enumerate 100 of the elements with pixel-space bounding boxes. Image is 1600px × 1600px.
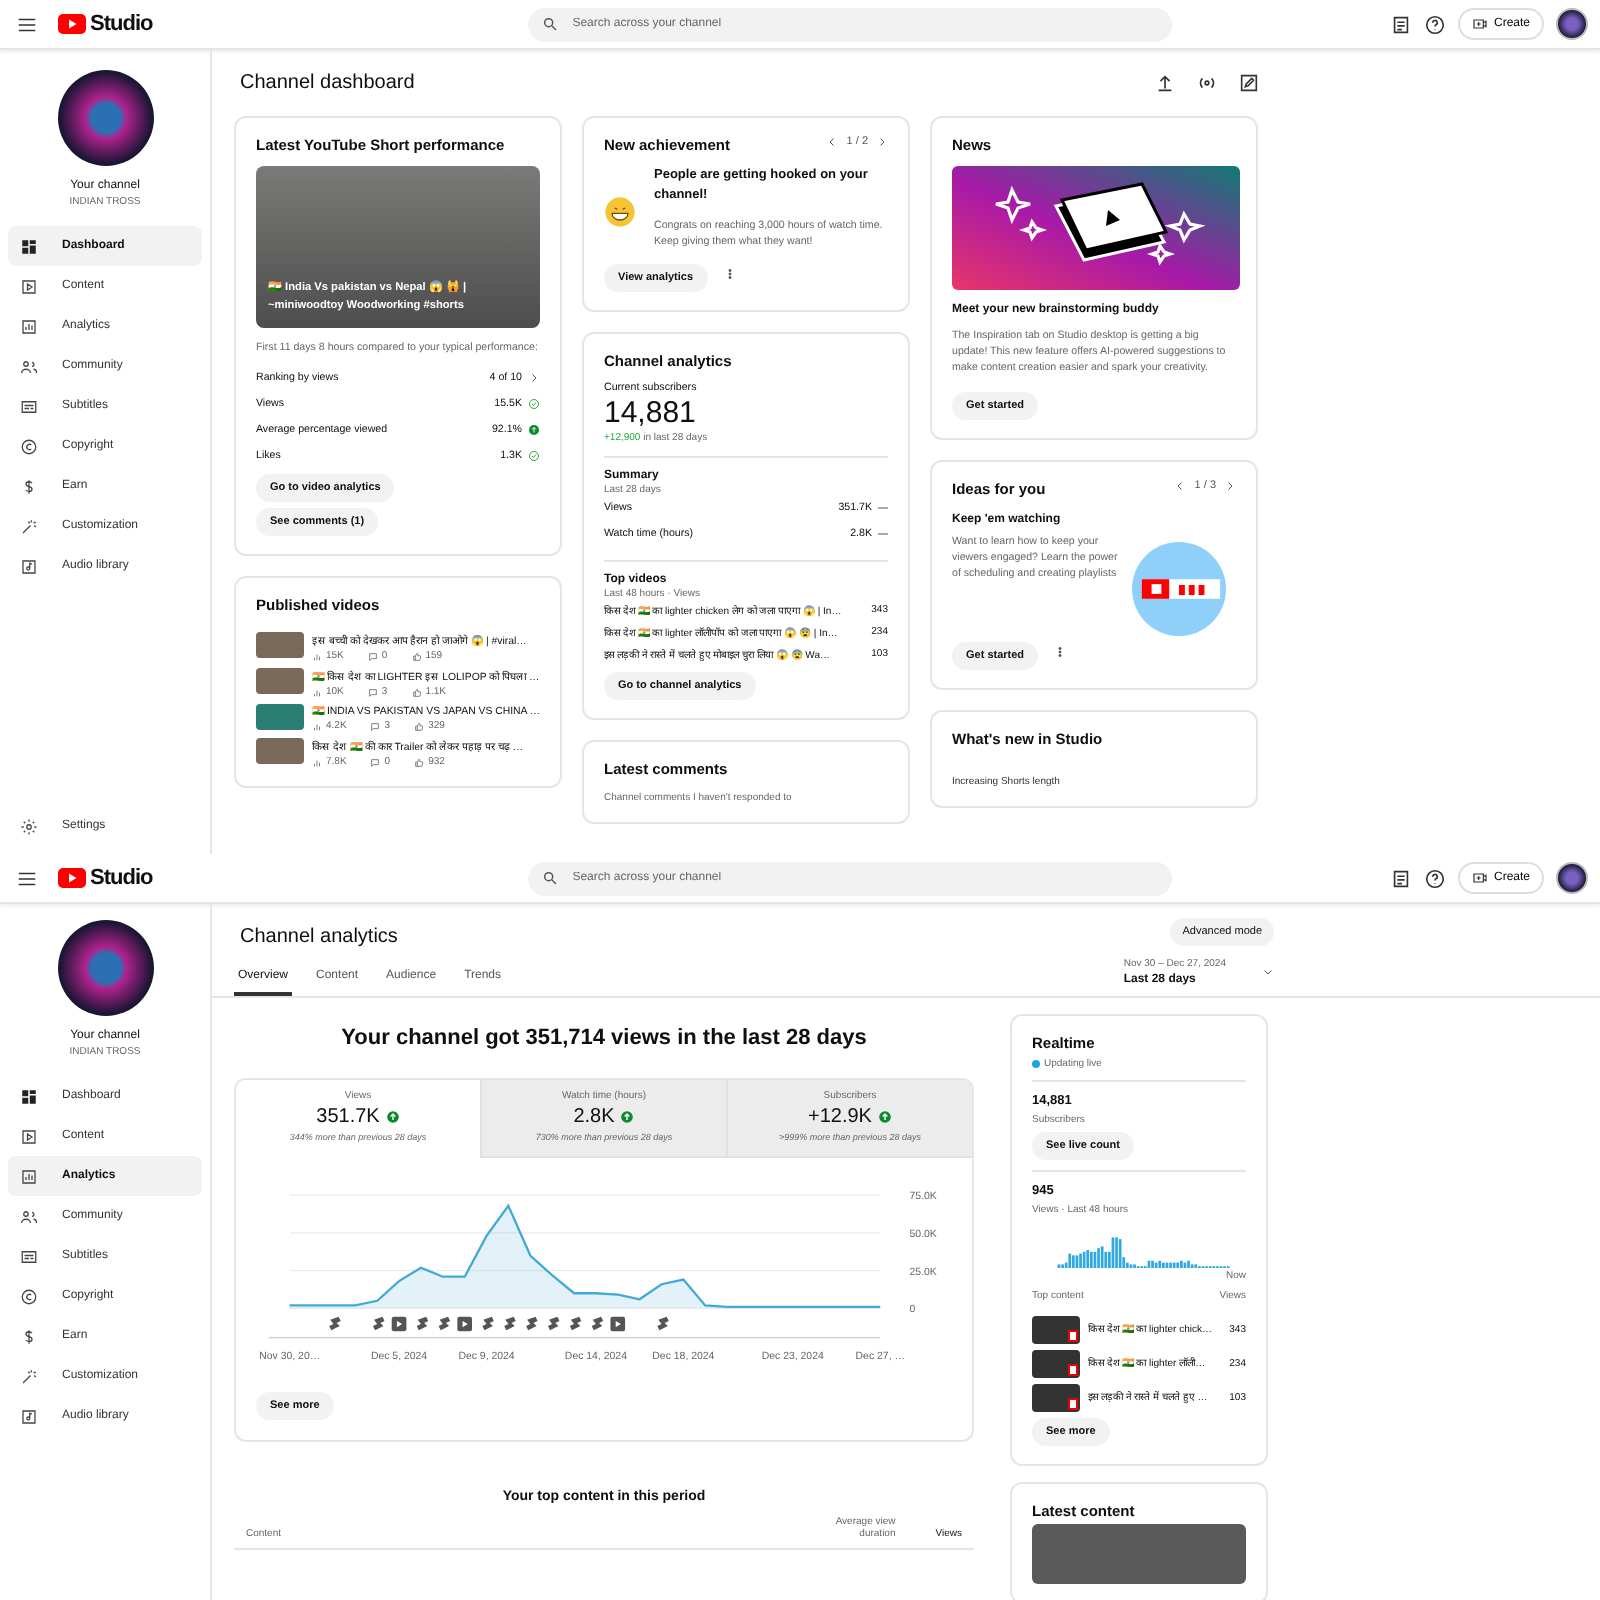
- dash-icon: [878, 506, 888, 511]
- account-avatar[interactable]: [1556, 8, 1588, 40]
- bar-chart-icon: [20, 1167, 38, 1185]
- menu-icon[interactable]: [16, 13, 38, 35]
- bar-chart-icon: [20, 317, 38, 335]
- up-arrow-circle-icon: [528, 423, 540, 436]
- thumbs-up-icon: [414, 757, 425, 768]
- grinning-face-icon: [604, 195, 636, 228]
- dashboard-icon: [20, 1087, 38, 1105]
- chevron-left-icon[interactable]: [826, 136, 839, 148]
- account-avatar[interactable]: [1556, 862, 1588, 894]
- video-thumbnail[interactable]: [256, 668, 304, 695]
- video-icon: [20, 1127, 38, 1145]
- playlist-illustration-drawing: [1132, 541, 1226, 636]
- music-note-icon: [20, 557, 38, 575]
- short-marker-icon[interactable]: [482, 1316, 494, 1331]
- subtitles-icon: [20, 397, 38, 415]
- broadcast-icon[interactable]: [1196, 72, 1218, 94]
- bar-chart-icon: [312, 721, 322, 732]
- dashboard-icon: [20, 237, 38, 255]
- comment-icon: [367, 687, 378, 698]
- comment-icon: [367, 651, 378, 662]
- chevron-left-icon[interactable]: [1174, 479, 1187, 492]
- thumbs-up-icon: [414, 721, 425, 732]
- metric-value: 2.8K: [573, 1106, 615, 1128]
- feedback-icon[interactable]: [1389, 867, 1412, 889]
- video-thumbnail[interactable]: [256, 738, 304, 765]
- more-vertical-icon[interactable]: [1054, 646, 1067, 659]
- video-thumbnail[interactable]: [1032, 1315, 1080, 1343]
- dollar-icon: [20, 1327, 38, 1345]
- video-camera-plus-icon: [1471, 16, 1488, 32]
- upload-icon[interactable]: [1154, 72, 1176, 94]
- live-dot-icon: [1032, 1060, 1040, 1068]
- play-logo-icon: [58, 14, 86, 34]
- gear-icon: [20, 817, 38, 835]
- dash-icon: [878, 532, 888, 537]
- comment-icon: [370, 721, 381, 732]
- menu-icon[interactable]: [16, 867, 38, 889]
- views-headline: Your channel got 351,714 views in the last 28 days: [341, 1026, 867, 1050]
- short-marker-icon[interactable]: [526, 1316, 538, 1331]
- people-icon: [20, 357, 38, 375]
- short-marker-icon[interactable]: [329, 1316, 341, 1331]
- channel-avatar[interactable]: [57, 920, 153, 1016]
- thumbs-up-icon: [411, 651, 422, 662]
- copyright-icon: [20, 437, 38, 455]
- short-marker-icon[interactable]: [438, 1316, 451, 1331]
- subtitles-icon: [20, 1247, 38, 1265]
- chevron-down-icon: [1262, 966, 1274, 978]
- metric-value: 351.7K: [316, 1106, 380, 1128]
- thumbs-up-icon: [411, 687, 422, 698]
- edit-icon[interactable]: [1238, 72, 1260, 94]
- video-thumbnail[interactable]: [1032, 1349, 1080, 1377]
- video-marker-icon[interactable]: [457, 1316, 472, 1332]
- page-title: Channel analytics: [240, 926, 400, 948]
- comment-icon: [370, 757, 381, 768]
- video-thumbnail[interactable]: [256, 704, 304, 731]
- short-marker-icon[interactable]: [569, 1316, 582, 1331]
- video-marker-icon[interactable]: [610, 1316, 626, 1332]
- video-thumbnail[interactable]: [1032, 1523, 1246, 1583]
- bar-chart-icon: [312, 687, 322, 698]
- channel-avatar[interactable]: [57, 70, 153, 166]
- chevron-right-icon[interactable]: [876, 136, 888, 148]
- people-icon: [20, 1207, 38, 1225]
- magic-wand-icon: [20, 517, 38, 535]
- up-arrow-circle-icon: [385, 1110, 400, 1124]
- up-arrow-circle-icon: [877, 1110, 892, 1124]
- bar-chart-icon: [312, 651, 322, 662]
- short-marker-icon[interactable]: [504, 1316, 516, 1331]
- play-logo-icon: [58, 868, 86, 888]
- video-thumbnail[interactable]: [256, 632, 304, 659]
- short-marker-icon[interactable]: [373, 1316, 385, 1331]
- page-title: Channel dashboard: [240, 72, 415, 94]
- short-marker-icon[interactable]: [657, 1316, 669, 1331]
- metric-value: +12.9K: [808, 1106, 872, 1128]
- chevron-right-icon[interactable]: [528, 371, 540, 384]
- video-thumbnail[interactable]: [1032, 1383, 1080, 1411]
- short-marker-icon[interactable]: [591, 1316, 604, 1331]
- dollar-icon: [20, 477, 38, 495]
- help-icon[interactable]: [1423, 13, 1446, 35]
- feedback-icon[interactable]: [1389, 13, 1412, 35]
- search-icon: [542, 16, 559, 32]
- magic-wand-icon: [20, 1367, 38, 1385]
- video-icon: [20, 277, 38, 295]
- check-circle-icon: [528, 397, 540, 410]
- search-icon: [542, 870, 559, 886]
- music-note-icon: [20, 1407, 38, 1425]
- short-marker-icon[interactable]: [547, 1316, 560, 1331]
- subscribers-count: 14,881: [604, 395, 696, 430]
- copyright-icon: [20, 1287, 38, 1305]
- logo-text: Studio: [90, 866, 153, 890]
- logo-text: Studio: [90, 12, 153, 36]
- more-vertical-icon[interactable]: [723, 268, 736, 281]
- short-marker-icon[interactable]: [416, 1316, 429, 1331]
- help-icon[interactable]: [1423, 867, 1446, 889]
- chevron-right-icon[interactable]: [1224, 479, 1236, 492]
- video-marker-icon[interactable]: [391, 1316, 407, 1332]
- up-arrow-circle-icon: [620, 1110, 635, 1124]
- check-circle-icon: [528, 449, 540, 462]
- bar-chart-icon: [312, 757, 322, 768]
- video-camera-plus-icon: [1471, 870, 1488, 886]
